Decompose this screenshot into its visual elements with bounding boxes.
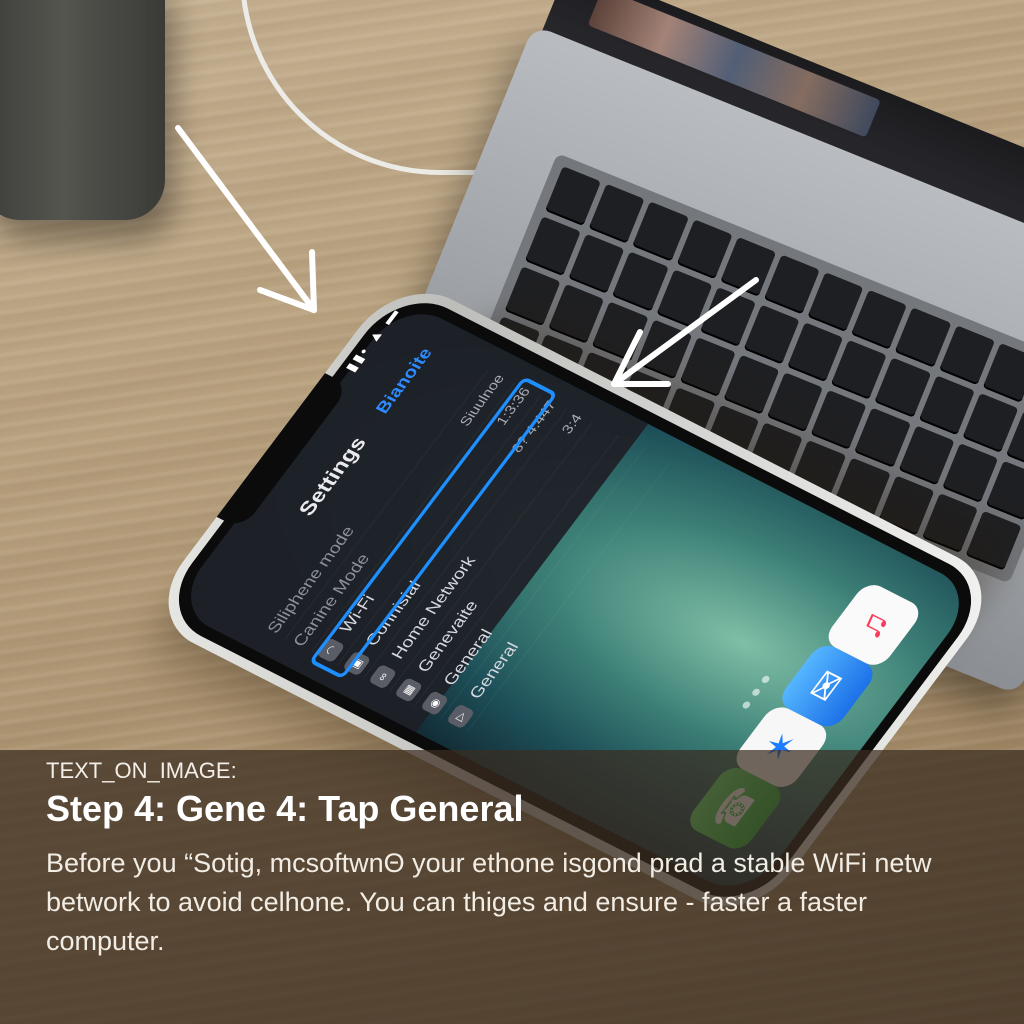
arrow-left-icon	[175, 125, 317, 313]
caption-line: computer.	[46, 926, 165, 956]
caption-tag: TEXT_ON_IMAGE:	[46, 758, 237, 783]
caption-overlay: TEXT_ON_IMAGE: Step 4: Gene 4: Tap Gener…	[0, 750, 1024, 1024]
caption-line: betwork to avoid celhone. You can thiges…	[46, 887, 868, 917]
caption-title: Step 4: Gene 4: Tap General	[46, 788, 524, 829]
caption-body: Before you “Sotig, mcsoftwnΘ your ethone…	[46, 844, 1016, 964]
caption-line: Before you “Sotig, mcsoftwnΘ your ethone…	[46, 848, 932, 878]
arrow-right-icon	[611, 277, 759, 387]
